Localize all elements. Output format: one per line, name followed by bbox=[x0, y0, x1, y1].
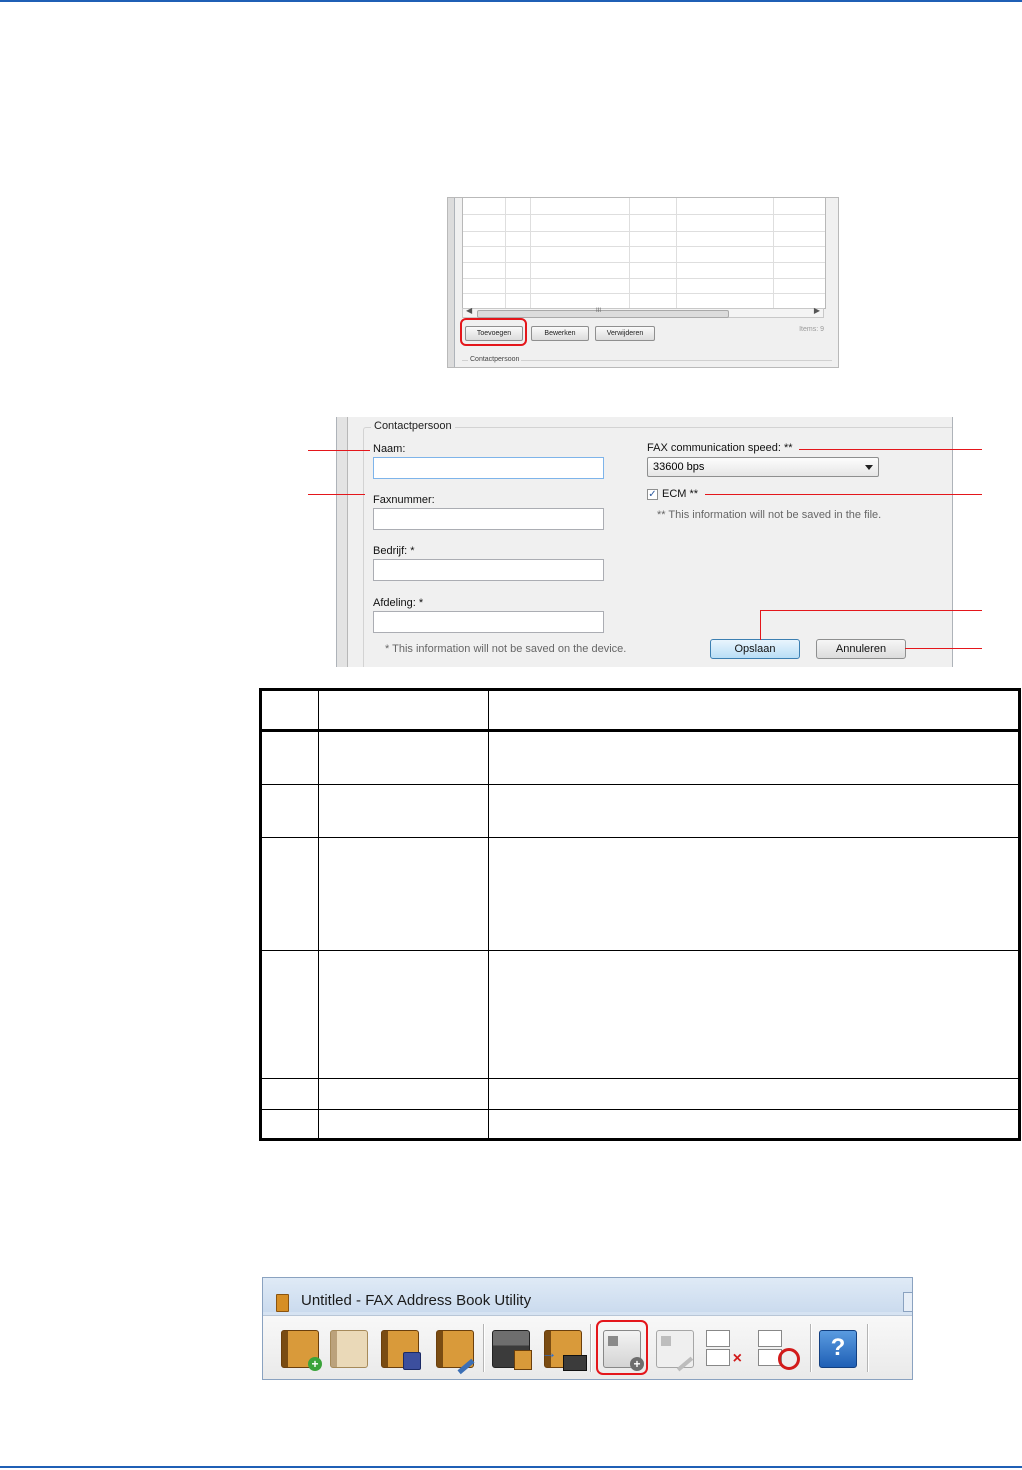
table-col-divider bbox=[318, 691, 319, 1138]
fax-speed-value: 33600 bps bbox=[653, 461, 705, 473]
help-icon[interactable]: ? bbox=[819, 1330, 857, 1368]
file-note: ** This information will not be saved in… bbox=[657, 509, 882, 521]
department-input[interactable] bbox=[373, 611, 604, 633]
scroll-thumb-grip: III bbox=[596, 308, 602, 314]
save-address-book-icon[interactable] bbox=[381, 1330, 421, 1370]
table-row-divider bbox=[262, 784, 1018, 785]
bottom-rule bbox=[0, 1466, 1022, 1468]
new-address-book-icon[interactable]: + bbox=[281, 1330, 322, 1371]
delete-button[interactable]: Verwijderen bbox=[595, 326, 655, 341]
items-count: Items: 9 bbox=[799, 326, 824, 333]
toolbar-separator bbox=[810, 1324, 812, 1372]
scroll-left-icon[interactable]: ◀ bbox=[466, 306, 472, 315]
delete-contact-icon[interactable]: × bbox=[706, 1330, 742, 1367]
write-to-device-icon[interactable]: → bbox=[541, 1330, 587, 1371]
address-list-screenshot: ◀ III ▶ Toevoegen Bewerken Verwijderen I… bbox=[447, 197, 839, 368]
company-input[interactable] bbox=[373, 559, 604, 581]
address-book-app-icon bbox=[276, 1294, 289, 1312]
window-left-border bbox=[448, 198, 455, 367]
address-list-grid[interactable] bbox=[462, 198, 826, 309]
ecm-label: ECM ** bbox=[662, 488, 699, 500]
chevron-down-icon bbox=[865, 465, 873, 470]
table-row-divider bbox=[262, 1109, 1018, 1110]
ecm-checkbox[interactable]: ✓ bbox=[647, 489, 658, 500]
table-col-divider bbox=[488, 691, 489, 1138]
name-input[interactable] bbox=[373, 457, 604, 479]
toolbar: + → + × ? bbox=[263, 1315, 912, 1379]
callout-line-save bbox=[760, 610, 982, 611]
edit-contact-icon[interactable] bbox=[656, 1330, 694, 1372]
contact-group-label: Contactpersoon bbox=[468, 356, 522, 363]
toolbar-separator bbox=[483, 1324, 485, 1372]
add-button-highlight bbox=[460, 318, 527, 346]
save-as-address-book-icon[interactable] bbox=[436, 1330, 475, 1375]
callout-line-fax-speed bbox=[799, 449, 982, 450]
title-bar: Untitled - FAX Address Book Utility bbox=[263, 1278, 912, 1312]
toolbar-separator bbox=[867, 1324, 869, 1372]
save-button[interactable]: Opslaan bbox=[710, 639, 800, 659]
contact-form-screenshot: Contactpersoon Naam: Faxnummer: Bedrijf:… bbox=[336, 417, 953, 667]
table-row-divider bbox=[262, 950, 1018, 951]
checkmark-icon: ✓ bbox=[648, 489, 657, 500]
top-rule bbox=[0, 0, 1022, 2]
callout-line-name bbox=[308, 450, 370, 451]
description-table bbox=[259, 688, 1021, 1141]
department-label: Afdeling: * bbox=[373, 597, 424, 609]
scroll-thumb[interactable]: III bbox=[477, 308, 729, 318]
callout-line-ecm bbox=[705, 494, 982, 495]
window-control-button[interactable] bbox=[903, 1292, 912, 1312]
fax-speed-select[interactable]: 33600 bps bbox=[647, 457, 879, 477]
table-row-divider bbox=[262, 1078, 1018, 1079]
open-address-book-icon[interactable] bbox=[330, 1330, 368, 1368]
toolbar-screenshot: Untitled - FAX Address Book Utility + → … bbox=[262, 1277, 913, 1380]
device-note: * This information will not be saved on … bbox=[385, 643, 627, 655]
delete-all-contacts-icon[interactable] bbox=[758, 1330, 800, 1370]
table-row-divider bbox=[262, 837, 1018, 838]
edit-button[interactable]: Bewerken bbox=[531, 326, 589, 341]
horizontal-scrollbar[interactable]: ◀ III ▶ bbox=[462, 306, 824, 318]
window-left-border bbox=[337, 417, 348, 667]
fax-number-input[interactable] bbox=[373, 508, 604, 530]
company-label: Bedrijf: * bbox=[373, 545, 415, 557]
callout-line-cancel bbox=[905, 648, 982, 649]
read-from-device-icon[interactable] bbox=[492, 1330, 532, 1370]
callout-line-fax-number bbox=[308, 494, 365, 495]
fax-speed-label: FAX communication speed: ** bbox=[647, 442, 793, 454]
scroll-right-icon[interactable]: ▶ bbox=[814, 306, 820, 315]
toolbar-separator bbox=[590, 1324, 592, 1372]
contact-group-title: Contactpersoon bbox=[371, 420, 455, 432]
name-label: Naam: bbox=[373, 443, 406, 455]
cancel-button[interactable]: Annuleren bbox=[816, 639, 906, 659]
table-header-divider bbox=[262, 729, 1018, 732]
fax-number-label: Faxnummer: bbox=[373, 494, 435, 506]
add-contact-highlight bbox=[596, 1320, 648, 1375]
window-title: Untitled - FAX Address Book Utility bbox=[301, 1292, 532, 1309]
callout-stem-save bbox=[760, 610, 761, 640]
